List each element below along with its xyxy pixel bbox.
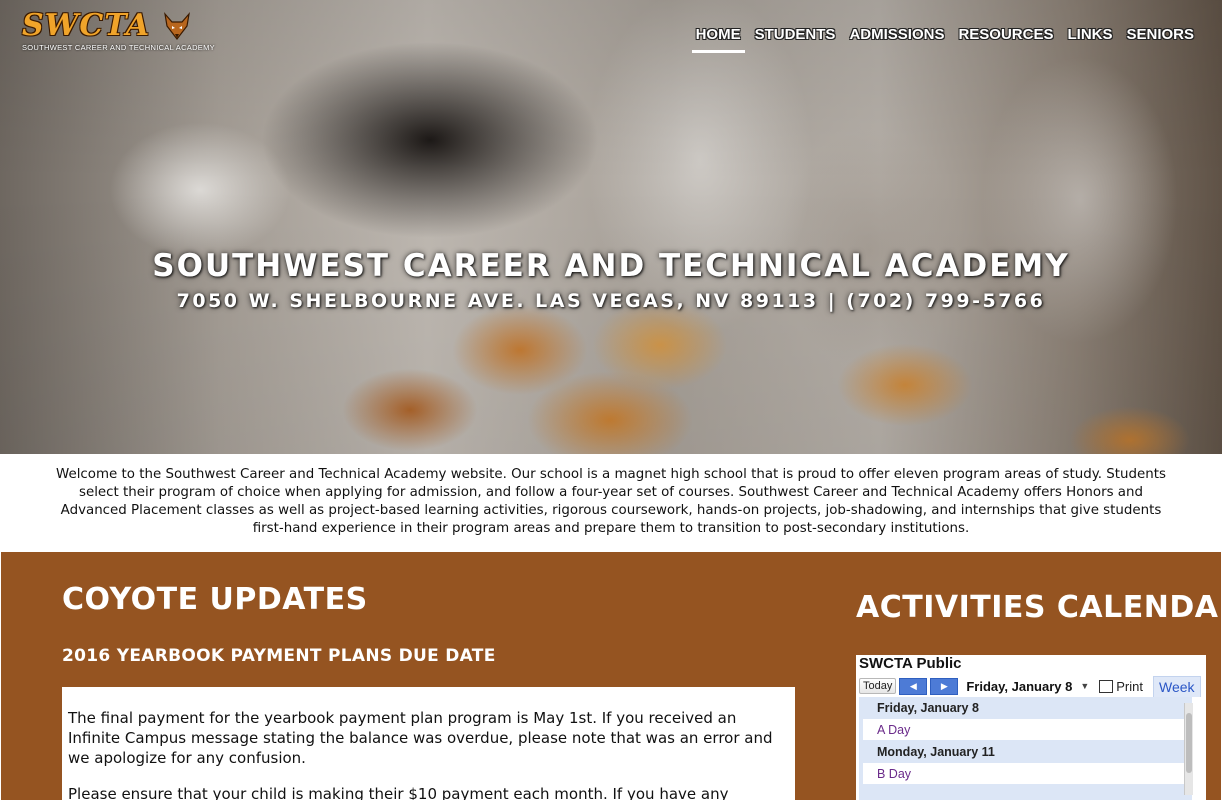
post-paragraph: The final payment for the yearbook payme…	[68, 709, 773, 767]
calendar-agenda: Friday, January 8 A Day Monday, January …	[859, 697, 1192, 800]
calendar-heading: ACTIVITIES CALENDAR	[856, 590, 1222, 625]
nav-home[interactable]: HOME	[691, 26, 745, 53]
nav-seniors[interactable]: SENIORS	[1122, 26, 1198, 53]
calendar-widget: SWCTA Public Today ◀ ▶ Friday, January 8…	[856, 655, 1206, 800]
scrollbar-thumb[interactable]	[1186, 713, 1192, 773]
nav-resources[interactable]: RESOURCES	[954, 26, 1057, 53]
coyote-head-icon	[164, 12, 190, 40]
arrow-left-icon[interactable]: ◀	[899, 677, 928, 695]
tab-week[interactable]: Week	[1153, 675, 1201, 697]
print-button[interactable]: Print	[1099, 679, 1143, 694]
chevron-down-icon[interactable]: ▼	[1080, 681, 1089, 691]
agenda-day-header: Monday, January 11	[877, 745, 995, 759]
main-nav: HOME STUDENTS ADMISSIONS RESOURCES LINKS…	[686, 26, 1198, 53]
post-paragraph: Please ensure that your child is making …	[68, 785, 729, 800]
intro-text: Welcome to the Southwest Career and Tech…	[56, 467, 1166, 536]
arrow-right-icon[interactable]: ▶	[930, 677, 959, 695]
agenda-event[interactable]: A Day	[863, 719, 1186, 741]
calendar-date-label[interactable]: Friday, January 8	[966, 679, 1072, 694]
nav-students[interactable]: STUDENTS	[751, 26, 840, 53]
calendar-scrollbar[interactable]	[1184, 703, 1193, 795]
post-title[interactable]: 2016 YEARBOOK PAYMENT PLANS DUE DATE	[62, 646, 496, 666]
nav-links[interactable]: LINKS	[1063, 26, 1116, 53]
calendar-name: SWCTA Public	[859, 655, 962, 672]
hero-title: SOUTHWEST CAREER AND TECHNICAL ACADEMY	[152, 248, 1070, 284]
agenda-day-header: Friday, January 8	[877, 701, 979, 715]
print-label: Print	[1116, 678, 1143, 694]
post-body: The final payment for the yearbook payme…	[62, 687, 795, 800]
today-button[interactable]: Today	[859, 678, 897, 694]
agenda-event[interactable]: B Day	[863, 763, 1186, 785]
calendar-toolbar: Today ◀ ▶ Friday, January 8 ▼ Print Week	[859, 675, 1206, 697]
printer-icon	[1099, 679, 1114, 693]
hero-address: 7050 W. SHELBOURNE AVE. LAS VEGAS, NV 89…	[176, 290, 1046, 312]
hero-banner	[0, 0, 1222, 454]
nav-admissions[interactable]: ADMISSIONS	[845, 26, 948, 53]
site-logo[interactable]: SWCTA SOUTHWEST CAREER AND TECHNICAL ACA…	[22, 10, 215, 53]
logo-subtitle: SOUTHWEST CAREER AND TECHNICAL ACADEMY	[22, 43, 215, 52]
updates-heading: COYOTE UPDATES	[62, 582, 368, 617]
